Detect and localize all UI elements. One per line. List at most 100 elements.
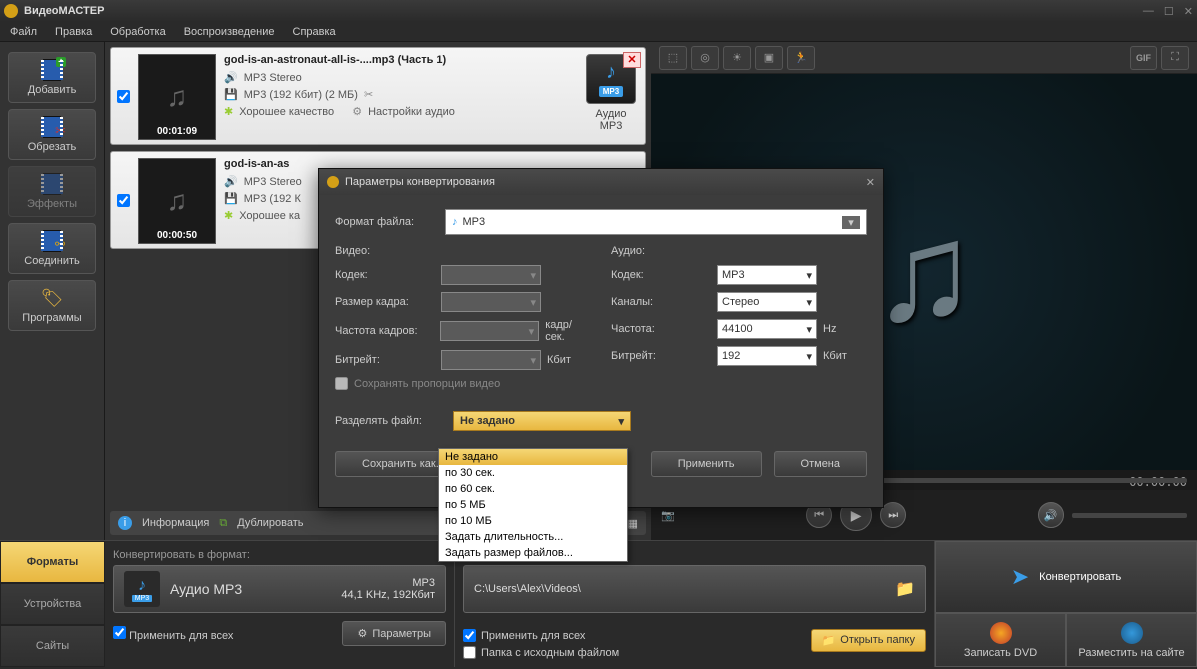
file-checkbox[interactable] <box>117 194 130 207</box>
info-icon[interactable]: i <box>118 516 132 530</box>
menu-process[interactable]: Обработка <box>110 26 165 38</box>
tab-devices[interactable]: Устройства <box>0 583 105 625</box>
volume-slider[interactable] <box>1072 513 1187 518</box>
publish-button[interactable]: Разместить на сайте <box>1066 613 1197 667</box>
disc-icon <box>990 622 1012 644</box>
camera-icon[interactable]: 📷 <box>661 509 675 522</box>
file-duration: 00:01:09 <box>139 126 215 137</box>
effects-button[interactable]: Эффекты <box>8 166 96 217</box>
crop-icon[interactable]: ⬚ <box>659 46 687 70</box>
folder-icon: 📁 <box>822 634 836 647</box>
audio-bitrate-select[interactable]: 192▾ <box>717 346 817 366</box>
link-icon: ⚯ <box>55 237 65 251</box>
folder-icon[interactable]: 📁 <box>895 579 915 599</box>
save-path-selector[interactable]: C:\Users\Alex\Videos\ 📁 <box>463 565 926 613</box>
note-icon: ♪ <box>138 577 146 595</box>
gear-icon[interactable]: ⚙ <box>352 105 362 118</box>
audio-codec-select[interactable]: MP3▾ <box>717 265 817 285</box>
save-srcfolder-checkbox[interactable]: Папка с исходным файлом <box>463 646 619 659</box>
disc-icon: 💾 <box>224 88 238 101</box>
split-option[interactable]: Задать длительность... <box>439 529 627 545</box>
next-button[interactable]: ⏭ <box>880 502 906 528</box>
star-icon: ✱ <box>224 209 233 222</box>
dialog-close-button[interactable]: ✕ <box>866 176 875 189</box>
cut-label: Обрезать <box>28 141 77 153</box>
add-button[interactable]: + Добавить <box>8 52 96 103</box>
gif-button[interactable]: GIF <box>1130 46 1157 70</box>
split-option[interactable]: Задать размер файлов... <box>439 545 627 561</box>
app-logo-icon <box>327 176 339 188</box>
tab-sites[interactable]: Сайты <box>0 625 105 667</box>
brightness-icon[interactable]: ☀ <box>723 46 751 70</box>
minimize-icon[interactable]: — <box>1143 5 1154 18</box>
cut-icon[interactable]: ✂ <box>364 88 373 101</box>
chevron-down-icon: ▾ <box>618 415 624 428</box>
file-format-label: Аудио MP3 <box>595 108 626 132</box>
volume-icon[interactable]: 🔊 <box>1038 502 1064 528</box>
file-duration: 00:00:50 <box>139 230 215 241</box>
cancel-button[interactable]: Отмена <box>774 451 867 477</box>
programs-label: Программы <box>22 312 81 324</box>
file-quality: Хорошее качество <box>239 106 334 118</box>
menu-playback[interactable]: Воспроизведение <box>184 26 275 38</box>
format-selector[interactable]: ♪MP3 Аудио MP3 MP3 44,1 KHz, 192Кбит <box>113 565 446 613</box>
menu-file[interactable]: Файл <box>10 26 37 38</box>
join-label: Соединить <box>24 255 80 267</box>
plus-icon: + <box>56 57 66 67</box>
info-button[interactable]: Информация <box>142 517 209 529</box>
video-codec-select: ▾ <box>441 265 541 285</box>
speaker-icon: 🔊 <box>224 71 238 84</box>
apply-button[interactable]: Применить <box>651 451 762 477</box>
open-folder-button[interactable]: 📁Открыть папку <box>811 629 926 652</box>
frame-rate-select: ▾ <box>440 321 539 341</box>
snapshot-icon[interactable]: ◎ <box>691 46 719 70</box>
titlebar: ВидеоМАСТЕР — ☐ ✕ <box>0 0 1197 22</box>
close-icon[interactable]: ✕ <box>1184 5 1193 18</box>
programs-button[interactable]: 🏷 Программы <box>8 280 96 331</box>
join-button[interactable]: ⚯ Соединить <box>8 223 96 274</box>
split-option[interactable]: по 10 МБ <box>439 513 627 529</box>
remove-file-button[interactable]: ✕ <box>623 52 641 68</box>
fullscreen-icon[interactable]: ⛶ <box>1161 46 1189 70</box>
app-title: ВидеоМАСТЕР <box>24 5 1143 17</box>
burn-dvd-button[interactable]: Записать DVD <box>935 613 1066 667</box>
speed-icon[interactable]: 🏃 <box>787 46 815 70</box>
menubar: Файл Правка Обработка Воспроизведение Сп… <box>0 22 1197 42</box>
split-option[interactable]: Не задано <box>439 449 627 465</box>
music-note-icon: ♫ <box>167 185 188 217</box>
split-dropdown[interactable]: Не задано по 30 сек. по 60 сек. по 5 МБ … <box>438 448 628 562</box>
file-checkbox[interactable] <box>117 90 130 103</box>
preview-toolbar: ⬚ ◎ ☀ ▣ 🏃 GIF ⛶ <box>651 42 1197 74</box>
duplicate-button[interactable]: Дублировать <box>237 517 303 529</box>
file-settings[interactable]: Настройки аудио <box>368 106 455 118</box>
split-select[interactable]: Не задано▾ <box>453 411 631 431</box>
scissors-icon: ✂ <box>55 123 66 139</box>
file-item[interactable]: ♫ 00:01:09 god-is-an-astronaut-all-is-..… <box>110 47 646 145</box>
format-applyall-checkbox[interactable]: Применить для всех <box>113 626 233 642</box>
channels-select[interactable]: Стерео▾ <box>717 292 817 312</box>
effects-label: Эффекты <box>27 198 77 210</box>
file-stereo: MP3 Stereo <box>244 72 302 84</box>
dialog-title: Параметры конвертирования <box>345 176 495 188</box>
format-select[interactable]: ♪ MP3 ▾ <box>445 209 867 235</box>
tab-formats[interactable]: Форматы <box>0 541 105 583</box>
menu-edit[interactable]: Правка <box>55 26 92 38</box>
convert-button[interactable]: ➤ Конвертировать <box>935 541 1197 613</box>
frequency-select[interactable]: 44100▾ <box>717 319 817 339</box>
view-grid-icon[interactable]: ▦ <box>628 517 638 530</box>
menu-help[interactable]: Справка <box>293 26 336 38</box>
save-applyall-checkbox[interactable]: Применить для всех <box>463 629 619 642</box>
split-option[interactable]: по 30 сек. <box>439 465 627 481</box>
frame-icon[interactable]: ▣ <box>755 46 783 70</box>
format-section-label: Конвертировать в формат: <box>113 549 446 561</box>
split-option[interactable]: по 60 сек. <box>439 481 627 497</box>
duplicate-icon[interactable]: ⧉ <box>219 517 227 530</box>
file-thumbnail: ♫ 00:01:09 <box>138 54 216 140</box>
video-bitrate-select: ▾ <box>441 350 541 370</box>
params-button[interactable]: ⚙Параметры <box>342 621 446 646</box>
file-codec: MP3 (192 Кбит) (2 МБ) <box>244 89 358 101</box>
arrow-right-icon: ➤ <box>1011 564 1029 590</box>
maximize-icon[interactable]: ☐ <box>1164 5 1174 18</box>
split-option[interactable]: по 5 МБ <box>439 497 627 513</box>
cut-button[interactable]: ✂ Обрезать <box>8 109 96 160</box>
